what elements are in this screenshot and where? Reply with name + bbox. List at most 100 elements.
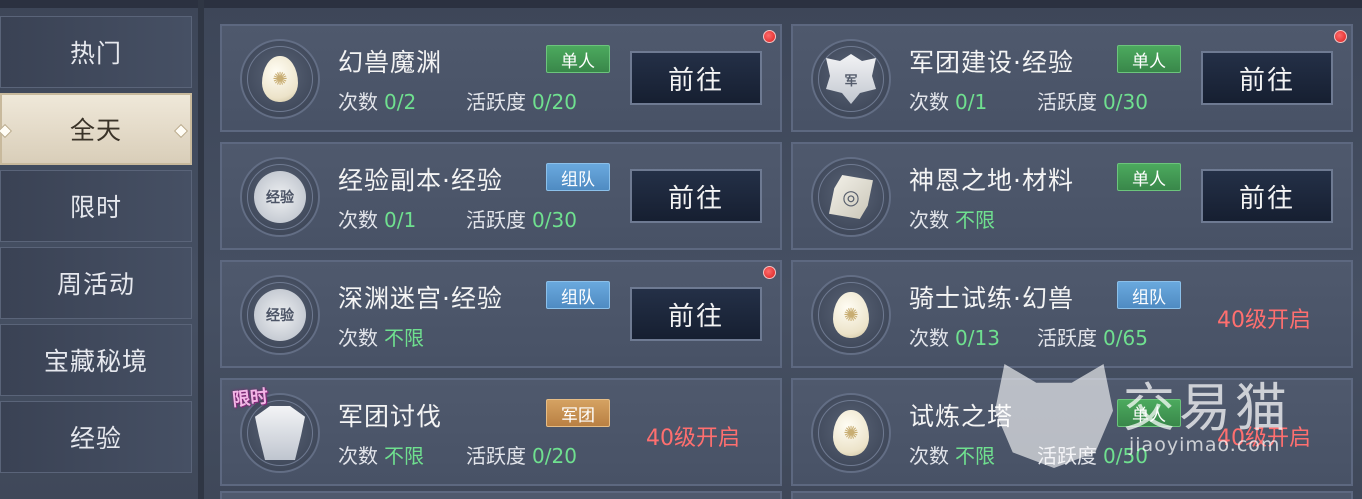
sidebar-item-limited[interactable]: 限时 — [0, 170, 192, 242]
count-stat: 次数 0/13 — [909, 322, 1000, 351]
activity-label: 活跃度 — [466, 90, 526, 114]
notification-dot — [1334, 30, 1347, 43]
activity-title: 骑士试练·幻兽 — [909, 284, 1074, 313]
activity-card: 军 军团建设·经验 单人 次数 0/1 活跃度 0/30 前往 — [791, 24, 1353, 132]
activity-label: 活跃度 — [1037, 90, 1097, 114]
count-label: 次数 — [338, 90, 378, 114]
activity-card: 限时 军团讨伐 军团 次数 不限 活跃度 0/20 40级开启 — [220, 378, 782, 486]
count-value: 不限 — [955, 208, 995, 232]
sidebar-item-exp[interactable]: 经验 — [0, 401, 192, 473]
activity-value: 0/30 — [1103, 90, 1148, 114]
unlock-level-text: 40级开启 — [646, 426, 740, 451]
notification-dot — [763, 266, 776, 279]
count-value: 不限 — [955, 444, 995, 468]
sidebar-divider — [198, 0, 204, 499]
armor-shape — [255, 406, 305, 460]
go-button[interactable]: 前往 — [1201, 51, 1333, 105]
egg-icon: ✺ — [811, 275, 891, 355]
watermark: 交易猫 jiaoyimao.com — [995, 360, 1315, 470]
egg-shape: ✺ — [262, 56, 298, 102]
activity-title: 军团建设·经验 — [909, 48, 1074, 77]
go-button[interactable]: 前往 — [630, 51, 762, 105]
activity-card: 经验 经验副本·经验 组队 次数 0/1 活跃度 0/30 前往 — [220, 142, 782, 250]
count-value: 0/13 — [955, 326, 1000, 350]
next-card-edge — [220, 491, 782, 499]
activity-title: 神恩之地·材料 — [909, 166, 1074, 195]
sidebar-item-allday[interactable]: 全天 — [0, 93, 192, 165]
watermark-url: jiaoyimao.com — [1129, 434, 1281, 456]
count-value: 0/1 — [955, 90, 988, 114]
egg-shape: ✺ — [833, 292, 869, 338]
activity-title: 幻兽魔渊 — [338, 48, 443, 77]
activity-card: ✺ 骑士试练·幻兽 组队 次数 0/13 活跃度 0/65 40级开启 — [791, 260, 1353, 368]
mode-badge: 组队 — [1117, 281, 1181, 309]
mode-badge: 单人 — [1117, 45, 1181, 73]
rune-stone-icon: ◎ — [811, 157, 891, 237]
activity-stat: 活跃度 0/20 — [466, 440, 577, 469]
count-label: 次数 — [909, 326, 949, 350]
count-stat: 次数 不限 — [909, 204, 995, 233]
count-stat: 次数 0/1 — [909, 86, 987, 115]
count-label: 次数 — [909, 90, 949, 114]
activity-card: ✺ 幻兽魔渊 单人 次数 0/2 活跃度 0/20 前往 — [220, 24, 782, 132]
activity-title: 深渊迷宫·经验 — [338, 284, 503, 313]
count-value: 0/2 — [384, 90, 417, 114]
go-button[interactable]: 前往 — [1201, 169, 1333, 223]
sidebar-item-treasure[interactable]: 宝藏秘境 — [0, 324, 192, 396]
activity-value: 0/30 — [532, 208, 577, 232]
next-card-edge — [791, 491, 1353, 499]
watermark-text: 交易猫 — [1123, 379, 1292, 439]
medal-shape: 经验 — [254, 289, 306, 341]
crest-shape: 军 — [826, 54, 876, 104]
count-stat: 次数 不限 — [909, 440, 995, 469]
activity-card: 经验 深渊迷宫·经验 组队 次数 不限 前往 — [220, 260, 782, 368]
medal-shape: 经验 — [254, 171, 306, 223]
count-stat: 次数 0/2 — [338, 86, 416, 115]
activity-title: 经验副本·经验 — [338, 166, 503, 195]
activity-label: 活跃度 — [466, 208, 526, 232]
activity-value: 0/20 — [532, 90, 577, 114]
notification-dot — [763, 30, 776, 43]
cat-logo-icon — [995, 364, 1113, 468]
count-label: 次数 — [909, 208, 949, 232]
unlock-level-text: 40级开启 — [1217, 308, 1311, 333]
activity-label: 活跃度 — [1037, 326, 1097, 350]
top-bar — [0, 0, 1362, 8]
exp-medal-icon: 经验 — [240, 157, 320, 237]
activity-stat: 活跃度 0/65 — [1037, 322, 1148, 351]
rune-shape: ◎ — [829, 175, 873, 219]
mode-badge: 组队 — [546, 163, 610, 191]
count-value: 不限 — [384, 444, 424, 468]
activity-card: ◎ 神恩之地·材料 单人 次数 不限 前往 — [791, 142, 1353, 250]
count-label: 次数 — [338, 326, 378, 350]
count-label: 次数 — [338, 444, 378, 468]
exp-medal-icon: 经验 — [240, 275, 320, 355]
go-button[interactable]: 前往 — [630, 169, 762, 223]
go-button[interactable]: 前往 — [630, 287, 762, 341]
activity-value: 0/20 — [532, 444, 577, 468]
activity-title: 军团讨伐 — [338, 402, 443, 431]
mode-badge: 军团 — [546, 399, 610, 427]
egg-icon: ✺ — [811, 393, 891, 473]
count-stat: 次数 不限 — [338, 322, 424, 351]
activity-label: 活跃度 — [466, 444, 526, 468]
egg-icon: ✺ — [240, 39, 320, 119]
activity-stat: 活跃度 0/30 — [1037, 86, 1148, 115]
sidebar-item-weekly[interactable]: 周活动 — [0, 247, 192, 319]
limited-tag: 限时 — [231, 386, 270, 411]
mode-badge: 组队 — [546, 281, 610, 309]
activity-value: 0/65 — [1103, 326, 1148, 350]
count-value: 0/1 — [384, 208, 417, 232]
mode-badge: 单人 — [546, 45, 610, 73]
count-value: 不限 — [384, 326, 424, 350]
legion-crest-icon: 军 — [811, 39, 891, 119]
count-label: 次数 — [909, 444, 949, 468]
activity-stat: 活跃度 0/20 — [466, 86, 577, 115]
count-stat: 次数 不限 — [338, 440, 424, 469]
count-label: 次数 — [338, 208, 378, 232]
sidebar-item-hot[interactable]: 热门 — [0, 16, 192, 88]
mode-badge: 单人 — [1117, 163, 1181, 191]
activity-stat: 活跃度 0/30 — [466, 204, 577, 233]
count-stat: 次数 0/1 — [338, 204, 416, 233]
egg-shape: ✺ — [833, 410, 869, 456]
